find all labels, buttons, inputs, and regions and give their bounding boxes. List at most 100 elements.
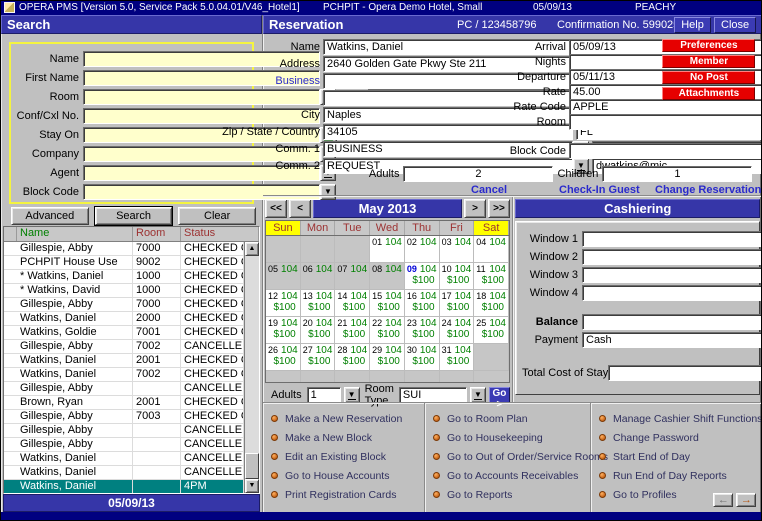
table-row[interactable]: PCHPIT House Use 9002 CHECKED OUT [4, 256, 244, 270]
calendar-day-cell[interactable]: 06 104 [301, 263, 336, 290]
menu-item[interactable]: Go to House Accounts [271, 468, 424, 483]
table-row[interactable]: Watkins, Daniel 4PM [4, 480, 244, 493]
table-row[interactable]: Watkins, Goldie 7001 CHECKED OUT [4, 326, 244, 340]
calendar-day-cell[interactable]: 17 104 $100 [440, 290, 475, 317]
calendar-day-cell[interactable]: 07 104 [335, 263, 370, 290]
calendar-day-cell[interactable]: 08 104 [370, 263, 405, 290]
menu-item[interactable]: Print Registration Cards [271, 487, 424, 502]
calendar-day-cell[interactable] [474, 344, 509, 371]
res-block-code-input[interactable] [569, 143, 762, 159]
calendar-day-cell[interactable]: 19 104 $100 [266, 317, 301, 344]
close-button[interactable]: Close [714, 17, 756, 33]
payment-input[interactable] [582, 332, 762, 348]
flag-button[interactable]: Member [662, 55, 755, 68]
cancel-link[interactable]: Cancel [471, 184, 507, 196]
calendar-day-cell[interactable] [301, 236, 336, 263]
next-year-button[interactable]: >> [488, 199, 510, 218]
calendar-day-cell[interactable]: 16 104 $100 [405, 290, 440, 317]
avail-adults-input[interactable] [307, 387, 341, 403]
calendar-day-cell[interactable]: 21 104 $100 [335, 317, 370, 344]
calendar-day-cell[interactable]: 11 104 $100 [474, 263, 509, 290]
avail-adults-dropdown-button[interactable]: ▼ [344, 387, 360, 403]
column-header-room[interactable]: Room [133, 227, 181, 241]
back-arrow-button[interactable]: ← [713, 493, 733, 507]
adults-input[interactable] [403, 166, 553, 182]
calendar-day-cell[interactable]: 24 104 $100 [440, 317, 475, 344]
prev-month-button[interactable]: < [289, 199, 311, 218]
menu-item[interactable]: Go to Reports [433, 487, 590, 502]
column-header-status[interactable]: Status [181, 227, 259, 241]
calendar-day-cell[interactable]: 27 104 $100 [301, 344, 336, 371]
menu-item[interactable]: Manage Cashier Shift Functions [599, 411, 762, 426]
table-row[interactable]: Watkins, Daniel CANCELLED [4, 452, 244, 466]
results-scrollbar[interactable]: ▲ ▼ [244, 242, 259, 493]
menu-item[interactable]: Make a New Block [271, 430, 424, 445]
table-row[interactable]: Gillespie, Abby 7000 CHECKED OUT [4, 242, 244, 256]
menu-item[interactable]: Start End of Day [599, 449, 762, 464]
window-amount-input[interactable] [582, 285, 762, 301]
calendar-day-cell[interactable]: 30 104 $100 [405, 344, 440, 371]
prev-year-button[interactable]: << [265, 199, 287, 218]
flag-button[interactable]: Preferences [662, 39, 755, 52]
calendar-day-cell[interactable]: 10 104 $100 [440, 263, 475, 290]
menu-item[interactable]: Go to Room Plan [433, 411, 590, 426]
table-row[interactable]: Gillespie, Abby 7002 CANCELLED [4, 340, 244, 354]
table-row[interactable]: * Watkins, David 1000 CHECKED OUT [4, 284, 244, 298]
clear-button[interactable]: Clear [178, 207, 256, 225]
next-month-button[interactable]: > [464, 199, 486, 218]
table-row[interactable]: Watkins, Daniel CANCELLED [4, 466, 244, 480]
flag-button[interactable]: Attachments [662, 87, 755, 100]
table-row[interactable]: Gillespie, Abby 7003 CHECKED OUT [4, 410, 244, 424]
calendar-day-cell[interactable] [335, 371, 370, 383]
balance-input[interactable] [582, 314, 762, 330]
scroll-down-button[interactable]: ▼ [245, 479, 259, 493]
table-row[interactable]: Watkins, Daniel 2001 CHECKED OUT [4, 354, 244, 368]
business-label[interactable]: Business [263, 75, 323, 87]
calendar-day-cell[interactable] [266, 371, 301, 383]
rate-code-input[interactable] [569, 99, 762, 115]
table-row[interactable]: * Watkins, Daniel 1000 CHECKED OUT [4, 270, 244, 284]
calendar-day-cell[interactable]: 23 104 $100 [405, 317, 440, 344]
avail-room-type-input[interactable] [399, 387, 467, 403]
window-amount-input[interactable] [582, 267, 762, 283]
table-row[interactable]: Gillespie, Abby 7000 CHECKED OUT [4, 298, 244, 312]
calendar-day-cell[interactable]: 20 104 $100 [301, 317, 336, 344]
scroll-up-button[interactable]: ▲ [245, 242, 259, 256]
total-cost-input[interactable] [608, 365, 762, 381]
calendar-day-cell[interactable]: 13 104 $100 [301, 290, 336, 317]
calendar-day-cell[interactable]: 03 104 [440, 236, 475, 263]
calendar-day-cell[interactable]: 12 104 $100 [266, 290, 301, 317]
table-row[interactable]: Gillespie, Abby CANCELLED [4, 438, 244, 452]
table-row[interactable]: Gillespie, Abby CANCELLED [4, 382, 244, 396]
calendar-day-cell[interactable]: 05 104 [266, 263, 301, 290]
change-reservation-link[interactable]: Change Reservation [655, 184, 761, 196]
advanced-button[interactable]: Advanced [11, 207, 89, 225]
go-button[interactable]: Go > [489, 387, 510, 403]
calendar-day-cell[interactable]: 04 104 [474, 236, 509, 263]
calendar-day-cell[interactable]: 31 104 $100 [440, 344, 475, 371]
flag-button[interactable]: No Post [662, 71, 755, 84]
search-button[interactable]: Search [95, 207, 173, 225]
calendar-day-cell[interactable]: 26 104 $100 [266, 344, 301, 371]
calendar-day-cell[interactable]: 25 104 $100 [474, 317, 509, 344]
column-header-name[interactable]: Name [17, 227, 133, 241]
calendar-day-cell[interactable]: 22 104 $100 [370, 317, 405, 344]
calendar-day-cell[interactable]: 14 104 $100 [335, 290, 370, 317]
menu-item[interactable]: Go to Out of Order/Service Rooms [433, 449, 590, 464]
calendar-day-cell[interactable] [301, 371, 336, 383]
avail-room-type-dropdown-button[interactable]: ▼ [470, 387, 486, 403]
menu-item[interactable]: Go to Accounts Receivables [433, 468, 590, 483]
calendar-day-cell[interactable] [335, 236, 370, 263]
table-row[interactable]: Brown, Ryan 2001 CHECKED OUT [4, 396, 244, 410]
calendar-day-cell[interactable] [370, 371, 405, 383]
menu-item[interactable]: Run End of Day Reports [599, 468, 762, 483]
calendar-day-cell[interactable] [266, 236, 301, 263]
menu-item[interactable]: Make a New Reservation [271, 411, 424, 426]
menu-item[interactable]: Edit an Existing Block [271, 449, 424, 464]
forward-arrow-button[interactable]: → [736, 493, 756, 507]
calendar-day-cell[interactable] [440, 371, 475, 383]
help-button[interactable]: Help [674, 17, 711, 33]
table-row[interactable]: Gillespie, Abby CANCELLED [4, 424, 244, 438]
calendar-day-cell[interactable]: 01 104 [370, 236, 405, 263]
table-row[interactable]: Watkins, Daniel 2000 CHECKED OUT [4, 312, 244, 326]
